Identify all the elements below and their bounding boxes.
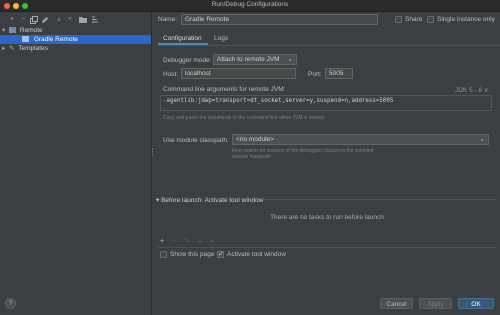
before-launch-header[interactable]: ▾ Before launch: Activate tool window [156, 196, 263, 204]
window-title: Run/Debug Configurations [211, 1, 289, 8]
activate-tool-window-checkbox[interactable]: ✓ [217, 251, 224, 258]
debugger-mode-label: Debugger mode: [163, 57, 212, 64]
cmdline-field[interactable]: -agentlib:jdwp=transport=dt_socket,serve… [160, 95, 492, 111]
sort-icon[interactable] [91, 16, 99, 24]
tree-item-label: Remote [19, 27, 43, 34]
help-button[interactable]: ? [5, 298, 16, 309]
share-label: Share [405, 16, 423, 23]
port-label: Port: [308, 71, 322, 78]
folder-icon[interactable] [79, 16, 87, 24]
single-instance-label: Single instance only [437, 16, 495, 23]
name-label: Name: [158, 16, 178, 23]
chevron-down-icon: ⌄ [287, 56, 293, 63]
move-task-up-icon[interactable]: ▲ [196, 238, 204, 246]
before-launch-divider [262, 199, 496, 200]
tab-configuration[interactable]: Configuration [163, 35, 202, 42]
remove-icon[interactable]: − [19, 16, 27, 24]
cmdline-label: Command line arguments for remote JVM: [163, 86, 286, 93]
before-launch-title: Before launch: Activate tool window [161, 197, 264, 204]
chevron-down-icon: ⌄ [479, 136, 485, 143]
share-checkbox[interactable] [395, 16, 402, 23]
debugger-mode-dropdown[interactable]: Attach to remote JVM ⌄ [213, 54, 297, 65]
tree-item-label: Templates [18, 45, 48, 52]
tree-item-remote[interactable]: ▾ Remote [2, 26, 43, 35]
name-field[interactable]: Gradle Remote [181, 14, 378, 25]
activate-tool-window-label: Activate tool window [227, 251, 286, 258]
add-task-icon[interactable]: + [158, 238, 166, 246]
configurations-sidebar [0, 12, 152, 315]
splitter-handle[interactable] [152, 148, 155, 156]
edit-icon[interactable] [41, 16, 49, 24]
chevron-down-icon[interactable]: ▾ [2, 27, 5, 34]
move-up-icon[interactable]: ▲ [55, 16, 63, 24]
show-page-checkbox[interactable] [160, 251, 167, 258]
port-field[interactable]: 5005 [325, 68, 353, 79]
module-classpath-dropdown[interactable]: <no module> ⌄ [232, 134, 489, 145]
wrench-icon: ✎ [9, 45, 15, 52]
jdk-version-link[interactable]: JDK 5 - 8 ∨ [455, 86, 489, 94]
copy-icon[interactable] [30, 16, 38, 24]
apply-button[interactable]: Apply [419, 298, 452, 309]
ok-button[interactable]: OK [458, 298, 494, 309]
edit-task-icon[interactable]: ✎ [183, 238, 191, 246]
tree-item-templates[interactable]: ▸ ✎ Templates [2, 44, 48, 53]
tree-item-label: Gradle Remote [33, 36, 78, 43]
no-tasks-message: There are no tasks to run before launch [270, 214, 384, 221]
remote-icon [22, 36, 29, 42]
chevron-right-icon[interactable]: ▸ [2, 45, 5, 52]
classpath-value: <no module> [236, 136, 274, 143]
move-down-icon[interactable]: ▼ [66, 16, 74, 24]
classpath-label: Use module classpath: [163, 137, 229, 144]
chevron-down-icon: ▾ [156, 197, 160, 204]
cmdline-hint: Copy and paste the arguments to the comm… [163, 115, 325, 121]
cancel-button[interactable]: Cancel [380, 298, 413, 309]
cmdline-value: -agentlib:jdwp=transport=dt_socket,serve… [163, 98, 394, 104]
show-page-label: Show this page [170, 251, 215, 258]
tab-logs[interactable]: Logs [214, 35, 228, 42]
classpath-hint-line2: module classpath [232, 154, 271, 160]
checkmark-icon: ✓ [218, 251, 224, 258]
tree-item-gradle-remote[interactable]: Gradle Remote [22, 35, 78, 44]
add-icon[interactable]: + [8, 16, 16, 24]
task-list-bottom-divider [158, 247, 496, 248]
host-field[interactable]: localhost [181, 68, 296, 79]
single-instance-checkbox[interactable] [427, 16, 434, 23]
move-task-down-icon[interactable]: ▼ [208, 238, 216, 246]
host-label: Host: [163, 71, 179, 78]
remote-icon [9, 27, 17, 33]
remove-task-icon[interactable]: − [170, 238, 178, 246]
tab-divider [158, 45, 500, 46]
title-bar: Run/Debug Configurations [0, 0, 500, 12]
debugger-mode-value: Attach to remote JVM [217, 56, 280, 63]
